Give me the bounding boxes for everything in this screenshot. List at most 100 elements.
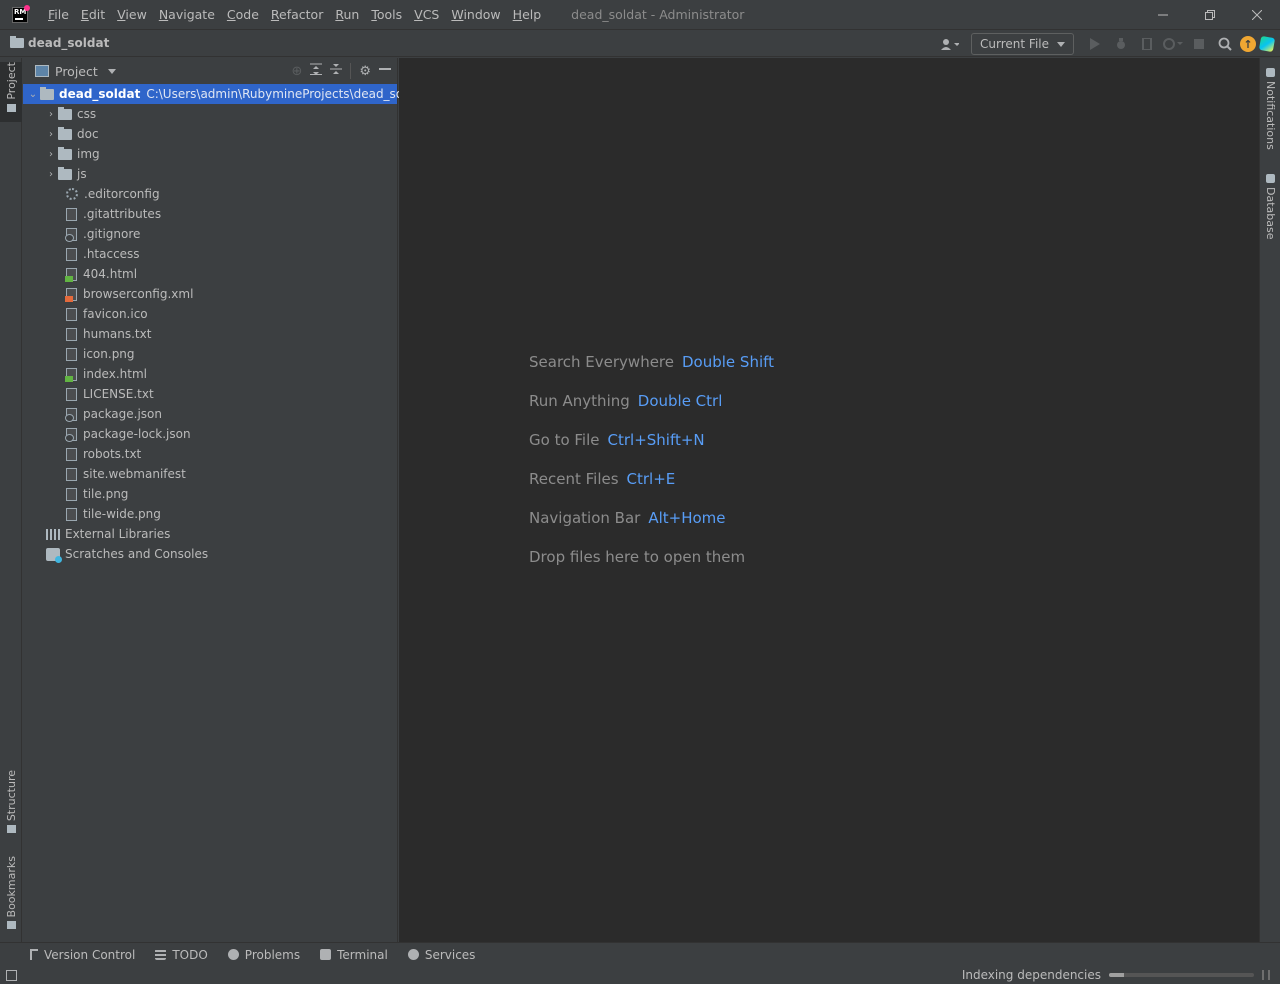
tree-root[interactable]: ⌄ dead_soldat C:\Users\admin\RubyminePro… bbox=[23, 84, 426, 104]
folder-icon bbox=[58, 146, 72, 160]
breadcrumb-project[interactable]: dead_soldat bbox=[28, 36, 109, 50]
project-tool-window: Project ⊕ ⚙ ⌄ dead_soldat C:\Users\admin… bbox=[23, 58, 426, 942]
update-icon[interactable]: ↑ bbox=[1240, 36, 1256, 52]
code-with-me-icon[interactable] bbox=[1258, 35, 1276, 53]
collapse-all-icon[interactable] bbox=[330, 63, 343, 79]
debug-icon[interactable] bbox=[1110, 33, 1132, 55]
project-view-icon bbox=[35, 65, 49, 77]
tree-file[interactable]: package.json bbox=[23, 404, 397, 424]
image-file-icon bbox=[66, 507, 77, 521]
menu-code[interactable]: Code bbox=[221, 7, 265, 22]
user-icon[interactable] bbox=[939, 33, 961, 55]
tool-tab-services[interactable]: Services bbox=[407, 947, 476, 962]
run-icon[interactable] bbox=[1084, 33, 1106, 55]
branch-icon bbox=[30, 949, 38, 960]
tool-tab-label: Problems bbox=[244, 947, 301, 962]
tool-tab-version-control[interactable]: Version Control bbox=[30, 948, 135, 962]
tree-file[interactable]: .gitignore bbox=[23, 224, 397, 244]
minimize-icon[interactable] bbox=[1139, 0, 1186, 29]
hint-action: Navigation Bar bbox=[529, 509, 641, 527]
tree-file[interactable]: LICENSE.txt bbox=[23, 384, 397, 404]
tree-file[interactable]: .gitattributes bbox=[23, 204, 397, 224]
hint-shortcut: Ctrl+E bbox=[626, 470, 676, 488]
run-configuration-select[interactable]: Current File bbox=[971, 33, 1074, 55]
tool-tab-bookmarks[interactable]: Bookmarks bbox=[0, 856, 22, 930]
stop-icon[interactable] bbox=[1188, 33, 1210, 55]
tree-scratches[interactable]: Scratches and Consoles bbox=[23, 544, 397, 564]
tool-tab-notifications[interactable]: Notifications bbox=[1260, 68, 1280, 160]
file-label: index.html bbox=[83, 367, 147, 381]
tree-folder[interactable]: › js bbox=[23, 164, 397, 184]
menu-run[interactable]: Run bbox=[329, 7, 365, 22]
text-file-icon bbox=[66, 447, 77, 461]
tree-file[interactable]: .htaccess bbox=[23, 244, 397, 264]
restore-icon[interactable] bbox=[1186, 0, 1233, 29]
html-file-icon bbox=[65, 267, 77, 282]
tree-file[interactable]: tile.png bbox=[23, 484, 397, 504]
tree-file[interactable]: 404.html bbox=[23, 264, 397, 284]
chevron-right-icon[interactable]: › bbox=[44, 149, 58, 160]
toggle-tool-windows-icon[interactable] bbox=[6, 969, 17, 981]
profile-icon[interactable] bbox=[1162, 33, 1184, 55]
tree-file[interactable]: index.html bbox=[23, 364, 397, 384]
tree-file[interactable]: favicon.ico bbox=[23, 304, 397, 324]
menu-tools[interactable]: Tools bbox=[365, 7, 408, 22]
library-icon bbox=[46, 528, 60, 540]
coverage-icon[interactable] bbox=[1136, 33, 1158, 55]
chevron-right-icon[interactable]: › bbox=[44, 129, 58, 140]
tree-file[interactable]: tile-wide.png bbox=[23, 504, 397, 524]
search-icon[interactable] bbox=[1214, 33, 1236, 55]
tree-file[interactable]: site.webmanifest bbox=[23, 464, 397, 484]
file-label: tile.png bbox=[83, 487, 129, 501]
menu-refactor[interactable]: Refactor bbox=[265, 7, 329, 22]
menu-vcs[interactable]: VCS bbox=[408, 7, 445, 22]
tool-tab-terminal[interactable]: Terminal bbox=[320, 948, 388, 962]
pause-icon[interactable] bbox=[1262, 970, 1270, 980]
tree-folder[interactable]: › css bbox=[23, 104, 397, 124]
tree-file[interactable]: browserconfig.xml bbox=[23, 284, 397, 304]
tool-tab-todo[interactable]: TODO bbox=[155, 948, 208, 962]
tree-external-libraries[interactable]: External Libraries bbox=[23, 524, 397, 544]
file-label: icon.png bbox=[83, 347, 135, 361]
tool-tab-structure[interactable]: Structure bbox=[0, 770, 22, 836]
chevron-down-icon[interactable] bbox=[107, 68, 116, 74]
editor-empty-area[interactable]: Search Everywhere Double Shift Run Anyth… bbox=[399, 58, 1259, 942]
tool-tab-label: Services bbox=[424, 947, 476, 962]
tool-tab-database[interactable]: Database bbox=[1260, 174, 1280, 244]
expand-all-icon[interactable] bbox=[310, 63, 323, 79]
menu-navigate[interactable]: Navigate bbox=[153, 7, 221, 22]
tool-tab-bookmarks-label: Bookmarks bbox=[4, 856, 18, 918]
gear-icon[interactable]: ⚙ bbox=[359, 64, 371, 79]
menu-help[interactable]: Help bbox=[507, 7, 548, 22]
chevron-down-icon[interactable]: ⌄ bbox=[26, 89, 40, 100]
project-view-select[interactable]: Project bbox=[55, 64, 98, 79]
menu-view[interactable]: View bbox=[111, 7, 153, 22]
json-file-icon bbox=[65, 407, 77, 422]
tree-file[interactable]: icon.png bbox=[23, 344, 397, 364]
indexing-status-text[interactable]: Indexing dependencies bbox=[962, 968, 1101, 982]
chevron-right-icon[interactable]: › bbox=[44, 169, 58, 180]
menu-edit[interactable]: Edit bbox=[75, 7, 111, 22]
hint-search-everywhere: Search Everywhere Double Shift bbox=[529, 353, 774, 392]
cog-file-icon bbox=[66, 188, 78, 200]
html-file-icon bbox=[65, 367, 77, 382]
bell-icon bbox=[1266, 68, 1275, 77]
chevron-right-icon[interactable]: › bbox=[44, 109, 58, 120]
folder-icon bbox=[58, 126, 72, 140]
project-tree: ⌄ dead_soldat C:\Users\admin\RubyminePro… bbox=[23, 84, 426, 564]
menu-window[interactable]: Window bbox=[445, 7, 506, 22]
rubymine-logo-icon[interactable]: RM bbox=[12, 4, 30, 23]
tree-folder[interactable]: › doc bbox=[23, 124, 397, 144]
tree-folder[interactable]: › img bbox=[23, 144, 397, 164]
menu-file[interactable]: File bbox=[42, 7, 75, 22]
hide-icon[interactable] bbox=[379, 63, 391, 79]
tree-file[interactable]: package-lock.json bbox=[23, 424, 397, 444]
file-label: site.webmanifest bbox=[83, 467, 186, 481]
tool-tab-problems[interactable]: Problems bbox=[227, 947, 301, 962]
tree-file[interactable]: humans.txt bbox=[23, 324, 397, 344]
close-icon[interactable] bbox=[1233, 0, 1280, 29]
tool-tab-project[interactable]: Project bbox=[0, 62, 22, 122]
select-opened-file-icon[interactable]: ⊕ bbox=[291, 64, 302, 79]
tree-file[interactable]: .editorconfig bbox=[23, 184, 397, 204]
tree-file[interactable]: robots.txt bbox=[23, 444, 397, 464]
